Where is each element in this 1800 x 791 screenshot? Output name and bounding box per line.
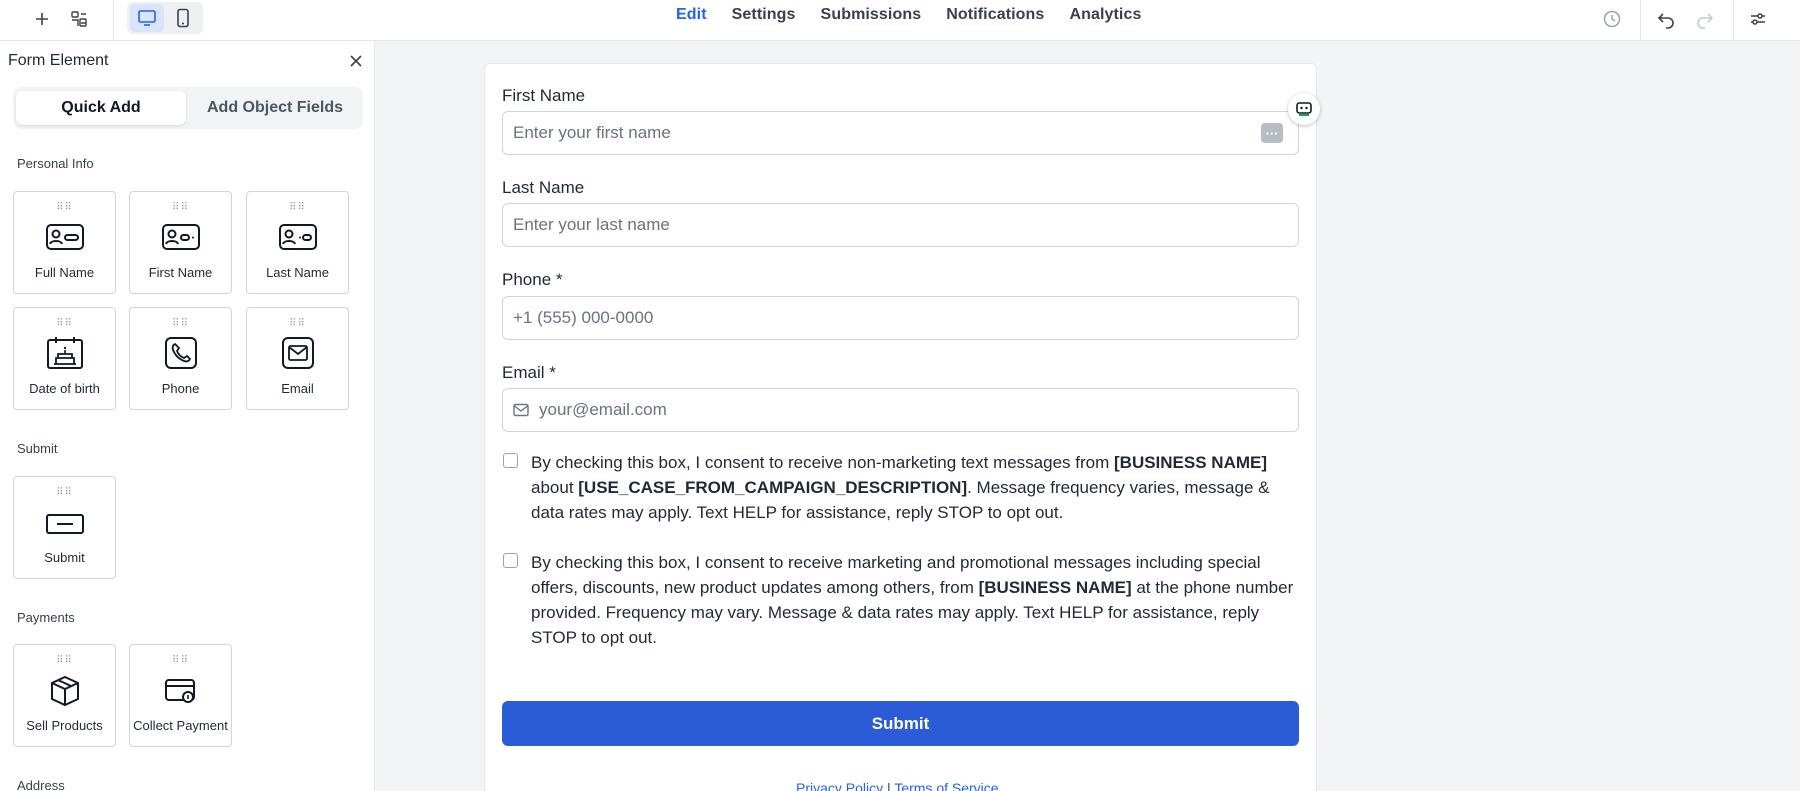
plus-icon[interactable] <box>27 4 57 34</box>
privacy-policy-link[interactable]: Privacy Policy <box>796 780 883 791</box>
consent-text-transactional: By checking this box, I consent to recei… <box>531 450 1301 525</box>
id-card-icon <box>130 222 231 252</box>
consent-text-part: By checking this box, I consent to recei… <box>531 453 1114 472</box>
drag-handle-icon[interactable]: ⠿⠿ <box>14 319 115 329</box>
bot-icon[interactable] <box>1288 93 1320 125</box>
drag-handle-icon[interactable]: ⠿⠿ <box>14 203 115 213</box>
top-toolbar: Edit Settings Submissions Notifications … <box>0 0 1800 41</box>
phone-icon <box>130 336 231 370</box>
panel-tabs: Quick Add Add Object Fields <box>13 87 363 129</box>
tile-label: Last Name <box>266 265 329 280</box>
first-name-label: First Name <box>502 86 586 105</box>
email-label: Email * <box>502 363 556 382</box>
section-personal-info: Personal Info <box>17 156 94 171</box>
undo-icon[interactable] <box>1651 4 1681 34</box>
footer-links: Privacy Policy | Terms of Service <box>796 780 999 791</box>
tile-label: Submit <box>44 550 85 565</box>
tile-full-name[interactable]: ⠿⠿ Full Name <box>13 191 116 294</box>
toolbar-divider <box>1733 0 1734 41</box>
last-name-field[interactable]: Enter your last name <box>502 203 1299 247</box>
drag-handle-icon[interactable]: ⠿⠿ <box>247 319 348 329</box>
tile-phone[interactable]: ⠿⠿ Phone <box>129 307 232 410</box>
phone-field[interactable]: +1 (555) 000-0000 <box>502 296 1299 340</box>
drag-handle-icon[interactable]: ⠿⠿ <box>130 319 231 329</box>
mail-icon <box>247 336 348 370</box>
tile-first-name[interactable]: ⠿⠿ First Name <box>129 191 232 294</box>
email-placeholder: your@email.com <box>539 400 667 419</box>
mobile-icon[interactable] <box>166 4 200 32</box>
business-name-token: [BUSINESS NAME] <box>1114 453 1268 472</box>
package-icon <box>14 675 115 707</box>
credit-card-icon <box>130 677 231 705</box>
link-separator: | <box>883 780 895 791</box>
toolbar-divider <box>1640 0 1641 41</box>
birthday-cake-icon <box>14 336 115 370</box>
consent-text-part: about <box>531 478 579 497</box>
tile-label: Date of birth <box>29 381 100 396</box>
redo-icon[interactable] <box>1690 4 1720 34</box>
terms-of-service-link[interactable]: Terms of Service <box>894 780 998 791</box>
section-submit: Submit <box>17 441 58 456</box>
tile-email[interactable]: ⠿⠿ Email <box>246 307 349 410</box>
tab-add-object-fields[interactable]: Add Object Fields <box>190 91 360 125</box>
tile-label: First Name <box>148 265 213 280</box>
id-card-icon <box>14 222 115 252</box>
tile-label: Phone <box>161 381 200 396</box>
layout-icon[interactable] <box>64 4 94 34</box>
history-icon[interactable] <box>1597 4 1627 34</box>
drag-handle-icon[interactable]: ⠿⠿ <box>14 488 115 498</box>
tile-collect-payment[interactable]: ⠿⠿ Collect Payment <box>129 644 232 747</box>
desktop-icon[interactable] <box>130 4 164 32</box>
tab-submissions[interactable]: Submissions <box>821 6 922 24</box>
toolbar-divider <box>113 0 114 41</box>
tile-last-name[interactable]: ⠿⠿ Last Name <box>246 191 349 294</box>
tab-edit[interactable]: Edit <box>676 6 707 24</box>
tile-label: Email <box>281 381 314 396</box>
business-name-token: [BUSINESS NAME] <box>978 578 1132 597</box>
submit-button[interactable]: Submit <box>502 701 1299 746</box>
tile-date-of-birth[interactable]: ⠿⠿ Date of birth <box>13 307 116 410</box>
tab-quick-add[interactable]: Quick Add <box>16 91 186 125</box>
tile-label: Sell Products <box>26 718 103 733</box>
drag-handle-icon[interactable]: ⠿⠿ <box>247 203 348 213</box>
id-card-icon <box>247 222 348 252</box>
close-icon[interactable] <box>345 50 367 72</box>
section-address: Address <box>17 778 65 791</box>
device-toggle <box>127 2 203 34</box>
drag-handle-icon[interactable]: ⠿⠿ <box>130 203 231 213</box>
form-element-panel: Form Element Quick Add Add Object Fields… <box>0 41 375 791</box>
tab-notifications[interactable]: Notifications <box>946 6 1044 24</box>
tile-label: Full Name <box>34 265 95 280</box>
tile-submit[interactable]: ⠿⠿ Submit <box>13 476 116 579</box>
phone-label: Phone * <box>502 270 563 289</box>
last-name-placeholder: Enter your last name <box>513 215 670 234</box>
consent-text-marketing: By checking this box, I consent to recei… <box>531 550 1301 650</box>
tab-settings[interactable]: Settings <box>732 6 796 24</box>
phone-placeholder: +1 (555) 000-0000 <box>513 308 654 327</box>
button-icon <box>14 513 115 535</box>
consent-checkbox-marketing[interactable] <box>503 553 518 568</box>
tile-sell-products[interactable]: ⠿⠿ Sell Products <box>13 644 116 747</box>
first-name-field[interactable]: Enter your first name <box>502 111 1299 155</box>
settings-sliders-icon[interactable] <box>1743 4 1773 34</box>
more-options-icon[interactable]: ··· <box>1261 123 1283 143</box>
tile-label: Collect Payment <box>133 718 228 733</box>
main-nav: Edit Settings Submissions Notifications … <box>676 0 1141 30</box>
section-payments: Payments <box>17 610 75 625</box>
drag-handle-icon[interactable]: ⠿⠿ <box>14 656 115 666</box>
consent-checkbox-transactional[interactable] <box>503 453 518 468</box>
first-name-placeholder: Enter your first name <box>513 123 671 142</box>
last-name-label: Last Name <box>502 178 585 197</box>
panel-title: Form Element <box>8 52 109 69</box>
email-field[interactable]: your@email.com <box>502 388 1299 432</box>
use-case-token: [USE_CASE_FROM_CAMPAIGN_DESCRIPTION] <box>578 478 968 497</box>
tab-analytics[interactable]: Analytics <box>1069 6 1141 24</box>
drag-handle-icon[interactable]: ⠿⠿ <box>130 656 231 666</box>
mail-icon <box>513 403 529 417</box>
